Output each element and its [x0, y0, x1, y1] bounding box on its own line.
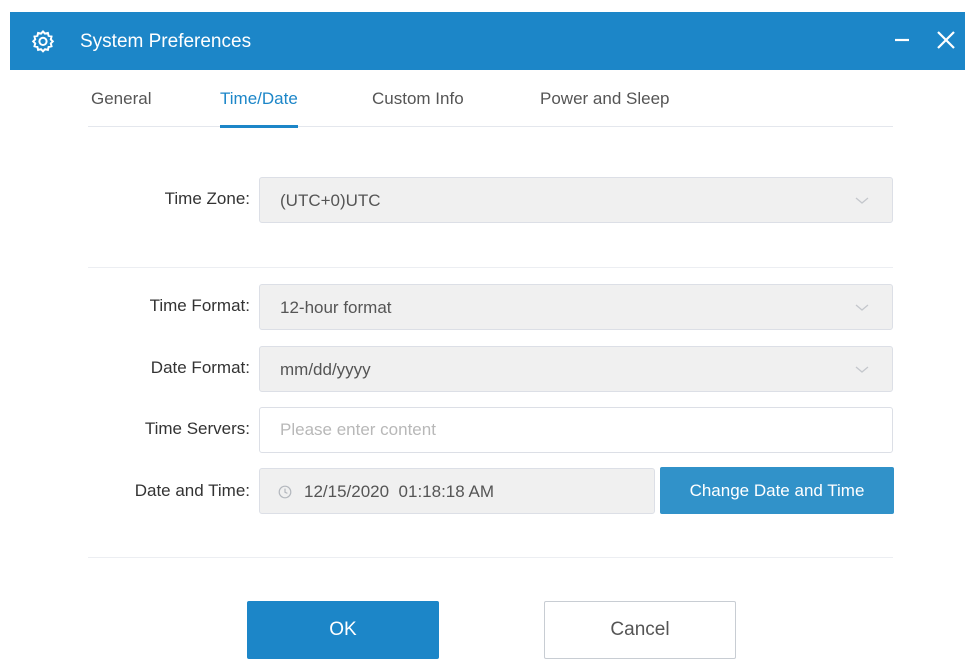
time-format-select[interactable]: 12-hour format [259, 284, 893, 330]
section-divider [88, 267, 893, 268]
time-zone-label: Time Zone: [164, 189, 250, 208]
date-time-value: 12/15/2020 01:18:18 AM [304, 482, 494, 501]
time-format-value: 12-hour format [280, 298, 392, 317]
time-servers-input[interactable] [260, 408, 892, 452]
change-date-time-button[interactable]: Change Date and Time [660, 467, 894, 514]
time-servers-field [259, 407, 893, 453]
title-bar: System Preferences [10, 12, 965, 70]
time-zone-value: (UTC+0)UTC [280, 191, 381, 210]
window-title: System Preferences [80, 31, 252, 52]
tab-power-and-sleep[interactable]: Power and Sleep [540, 88, 669, 127]
clock-icon [278, 485, 292, 499]
cancel-button[interactable]: Cancel [544, 601, 736, 659]
date-time-picker[interactable]: 12/15/2020 01:18:18 AM [259, 468, 655, 514]
minimize-icon[interactable] [888, 26, 916, 54]
time-format-label: Time Format: [149, 296, 250, 315]
chevron-down-icon [854, 363, 870, 375]
date-format-select[interactable]: mm/dd/yyyy [259, 346, 893, 392]
chevron-down-icon [854, 194, 870, 206]
footer-divider [88, 557, 893, 558]
close-icon[interactable] [932, 26, 960, 54]
tab-general[interactable]: General [91, 88, 151, 127]
system-preferences-dialog: System Preferences General Time/Date Cus… [10, 12, 965, 664]
time-zone-select[interactable]: (UTC+0)UTC [259, 177, 893, 223]
chevron-down-icon [854, 301, 870, 313]
tab-bar: General Time/Date Custom Info Power and … [88, 74, 893, 128]
date-format-label: Date Format: [150, 358, 250, 377]
tab-time-date[interactable]: Time/Date [220, 88, 298, 128]
ok-button[interactable]: OK [247, 601, 439, 659]
date-and-time-label: Date and Time: [134, 481, 250, 500]
time-servers-label: Time Servers: [144, 419, 250, 438]
gear-icon [31, 29, 55, 53]
tab-custom-info[interactable]: Custom Info [372, 88, 464, 127]
date-format-value: mm/dd/yyyy [280, 360, 371, 379]
